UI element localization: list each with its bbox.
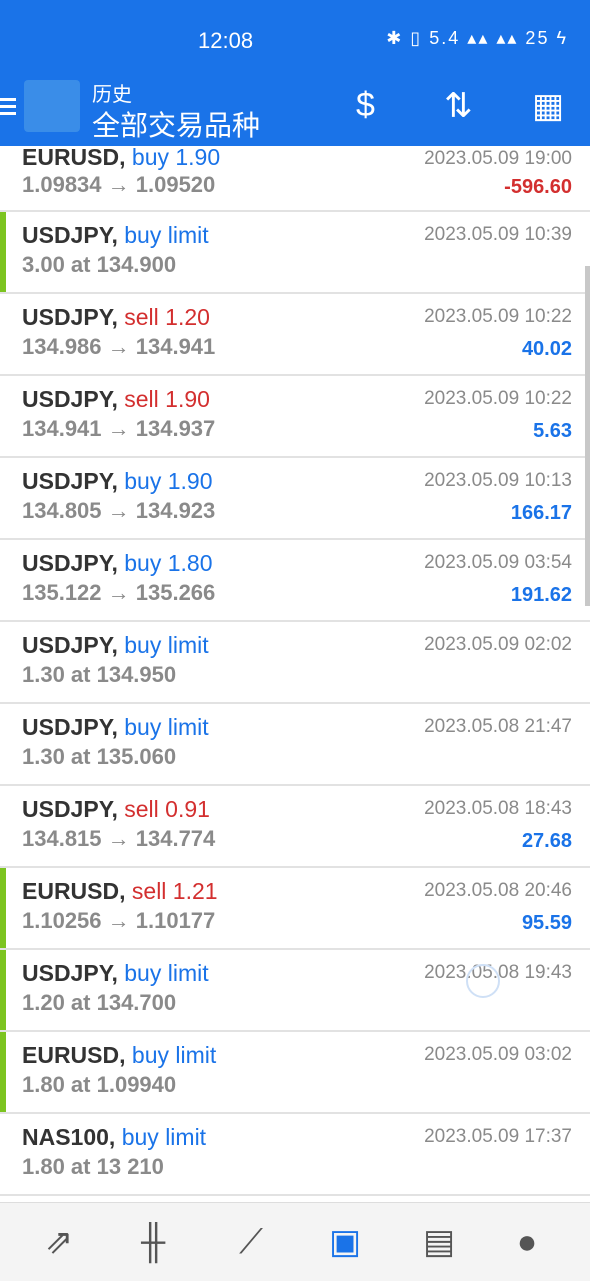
direction: buy 1.90 [131,146,221,170]
direction: buy 1.80 [124,550,213,576]
symbol: EURUSD, [22,146,126,170]
price-detail: 1.30 at 135.060 [22,744,177,769]
profit: 5.63 [533,420,572,442]
price-detail: 134.986 → 134.941 [22,334,216,359]
price-detail: 134.941 → 134.937 [22,416,216,441]
profit: 95.59 [521,912,572,934]
direction: buy 1.90 [124,468,213,494]
order-date: 2023.05.09 17:37 [424,1126,572,1147]
loading-spinner [466,964,500,998]
price-detail: 1.09834 → 1.09520 [22,172,216,197]
price-detail: 134.815 → 134.774 [22,826,216,851]
pending-marker [0,950,6,1030]
sort-icon[interactable]: ⇅ [444,86,473,126]
order-row[interactable]: USDJPY, buy limit 1.30 at 135.060 2023.05.… [0,704,590,786]
page-title: 历史 [92,84,132,106]
order-row[interactable]: USDJPY, sell 0.91 134.815 → 134.774 2023.0… [0,786,590,868]
symbol: USDJPY, [22,714,118,740]
order-row[interactable]: EURUSD, sell 1.21 1.10256 → 1.10177 2023.0… [0,868,590,950]
order-date: 2023.05.09 10:39 [424,224,572,245]
order-row[interactable]: USDJPY, buy 1.90 134.805 → 134.923 2023.05… [0,458,590,540]
candles-icon[interactable]: ╫ [128,1217,178,1267]
direction: buy limit [124,222,209,248]
status-icons: ✱ ▯ 5.4 ▴▴ ▴▴ 25 ϟ [386,28,568,48]
order-date: 2023.05.09 10:13 [424,470,572,491]
profit: -596.60 [504,176,572,198]
status-bar: 12:08 ✱ ▯ 5.4 ▴▴ ▴▴ 25 ϟ [0,0,590,80]
calendar-icon[interactable]: ▦ [532,86,564,126]
bottom-nav: ⇗ ╫ ⟋ ▣ ▤ ● [0,1202,590,1281]
order-date: 2023.05.08 18:43 [424,798,572,819]
symbol: EURUSD, [22,878,126,904]
chat-icon[interactable]: ● [502,1217,552,1267]
order-date: 2023.05.09 03:02 [424,1044,572,1065]
profit: 40.02 [521,338,572,360]
price-detail: 1.10256 → 1.10177 [22,908,216,933]
deposit-icon[interactable]: $ [356,86,375,125]
order-row[interactable]: EURUSD, buy limit 1.80 at 1.09940 2023.05.… [0,1032,590,1114]
order-date: 2023.05.09 10:22 [424,306,572,327]
order-date: 2023.05.08 21:47 [424,716,572,737]
news-icon[interactable]: ▤ [414,1217,464,1267]
scrollbar[interactable] [585,266,590,606]
symbol: USDJPY, [22,468,118,494]
symbol: NAS100, [22,1124,116,1150]
symbol: USDJPY, [22,632,118,658]
order-row[interactable]: EURUSD, buy 1.90 1.09834 → 1.09520 2023.05… [0,146,590,212]
direction: buy limit [124,714,209,740]
history-list[interactable]: EURUSD, buy 1.90 1.09834 → 1.09520 2023.05… [0,146,590,1202]
direction: sell 1.20 [124,304,210,330]
price-detail: 3.00 at 134.900 [22,252,177,277]
order-row[interactable]: USDJPY, buy limit 1.30 at 134.950 2023.05.… [0,622,590,704]
symbol: USDJPY, [22,796,118,822]
direction: sell 1.90 [124,386,210,412]
order-row[interactable]: USDJPY, sell 1.20 134.986 → 134.941 2023.0… [0,294,590,376]
pending-marker [0,1032,6,1112]
order-row[interactable]: USDJPY, buy 1.80 135.122 → 135.266 2023.05… [0,540,590,622]
chart-line-icon[interactable]: ⟋ [226,1217,276,1267]
trade-arrows-icon[interactable]: ⇗ [34,1217,84,1267]
order-row[interactable]: USDJPY, buy limit 3.00 at 134.900 2023.05.… [0,212,590,294]
order-date: 2023.05.09 10:22 [424,388,572,409]
direction: buy limit [121,1124,207,1150]
symbol: USDJPY, [22,386,118,412]
symbol: USDJPY, [22,222,118,248]
direction: sell 0.91 [124,796,210,822]
pending-marker [0,212,6,292]
order-row[interactable]: USDJPY, sell 1.90 134.941 → 134.937 2023.0… [0,376,590,458]
order-date: 2023.05.09 19:00 [424,148,572,169]
direction: buy limit [124,960,209,986]
price-detail: 1.30 at 134.950 [22,662,177,687]
symbol: USDJPY, [22,960,118,986]
order-date: 2023.05.09 02:02 [424,634,572,655]
pending-marker [0,868,6,948]
direction: buy limit [124,632,209,658]
profit: 191.62 [510,584,572,606]
direction: buy limit [131,1042,217,1068]
order-row[interactable]: NAS100, buy limit 1.80 at 13 210 2023.05.0… [0,1114,590,1196]
menu-icon[interactable] [0,94,16,120]
status-time: 12:08 [198,28,254,53]
direction: sell 1.21 [131,878,218,904]
history-inbox-icon[interactable]: ▣ [320,1217,370,1267]
order-date: 2023.05.08 20:46 [424,880,572,901]
profit: 27.68 [521,830,572,852]
app-bar: 历史 全部交易品种 $ ⇅ ▦ [0,80,590,146]
price-detail: 134.805 → 134.923 [22,498,216,523]
price-detail: 1.20 at 134.700 [22,990,177,1015]
order-date: 2023.05.09 03:54 [424,552,572,573]
profit: 166.17 [510,502,572,524]
price-detail: 1.80 at 13 210 [22,1154,164,1179]
price-detail: 1.80 at 1.09940 [22,1072,177,1097]
symbol: USDJPY, [22,550,118,576]
price-detail: 135.122 → 135.266 [22,580,216,605]
symbol-filter[interactable]: 全部交易品种 [92,104,260,144]
app-logo [24,80,80,132]
symbol: USDJPY, [22,304,118,330]
symbol: EURUSD, [22,1042,126,1068]
order-row[interactable]: USDJPY, buy limit 1.20 at 134.700 2023.05.… [0,950,590,1032]
